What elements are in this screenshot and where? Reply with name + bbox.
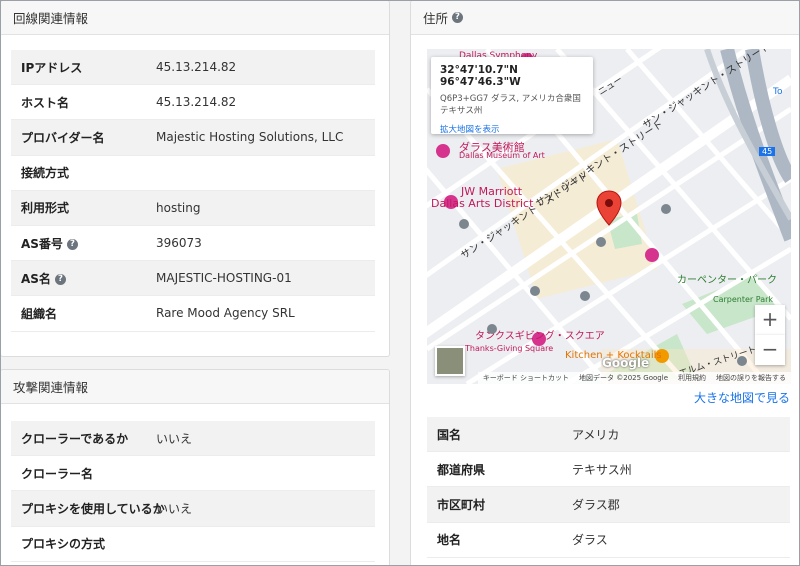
address-title: 住所 [423,11,449,26]
table-row: プロキシを使用しているか いいえ [11,491,375,527]
row-label: 地名 [437,533,462,548]
row-label: 接続方式 [21,166,70,181]
terms-link[interactable]: 利用規約 [678,373,706,383]
help-icon[interactable]: ? [66,238,78,250]
help-icon[interactable]: ? [452,12,464,23]
google-logo: Google [602,356,650,370]
as-name-value: MAJESTIC-HOSTING-01 [156,271,292,286]
as-number-value: 396073 [156,236,202,251]
table-row: プロキシの方式 [11,527,375,562]
row-label: クローラー名 [21,466,94,481]
highway-shield: 45 [759,147,776,156]
row-label: 国名 [437,427,462,442]
table-row: AS名? MAJESTIC-HOSTING-01 [11,261,375,297]
map-embed[interactable]: Dallas Symphony ダラス美術館 Dallas Museum of … [427,49,791,384]
row-label: プロバイダー名 [21,130,105,145]
keyboard-shortcuts-link[interactable]: キーボード ショートカット [483,373,569,383]
view-larger-map-link[interactable]: 拡大地図を表示 [440,123,584,135]
table-row: IPアドレス 45.13.214.82 [11,50,375,86]
prefecture-value: テキサス州 [572,462,632,477]
table-row: 利用形式 hosting [11,190,375,226]
table-row: 市区町村 ダラス郡 [427,487,790,523]
table-row: AS番号? 396073 [11,226,375,262]
satellite-toggle-thumbnail[interactable] [435,346,465,376]
attack-info-title: 攻撃関連情報 [13,380,89,395]
zoom-in-button[interactable]: + [755,305,785,335]
table-row: クローラー名 [11,456,375,492]
table-row: ホスト名 45.13.214.82 [11,85,375,121]
ip-address-value: 45.13.214.82 [156,60,237,75]
country-value: アメリカ [572,427,620,442]
table-row: 国名 アメリカ [427,417,790,453]
help-icon[interactable]: ? [54,273,66,285]
table-row: 地名 ダラス [427,523,790,558]
address-header: 住所 ? [411,1,800,35]
table-row: 組織名 Rare Mood Agency SRL [11,296,375,332]
popup-address: Q6P3+GG7 ダラス, アメリカ合衆国 テキサス州 [440,94,581,116]
address-info-table: 国名 アメリカ 都道府県 テキサス州 市区町村 ダラス郡 地名 ダラス [427,417,790,558]
line-info-title: 回線関連情報 [13,11,89,26]
row-label: プロキシの方式 [21,537,106,552]
map-label: To [773,87,783,97]
map-data-credit: 地図データ ©2025 Google [579,374,668,382]
table-row: 都道府県 テキサス州 [427,452,790,488]
row-label: 市区町村 [437,497,486,512]
line-info-header: 回線関連情報 [1,1,389,35]
row-label: クローラーであるか [21,431,129,446]
row-label: 利用形式 [21,201,70,216]
popup-coordinates: 32°47'10.7"N 96°47'46.3"W [440,64,521,88]
map-footer: キーボード ショートカット 地図データ ©2025 Google 利用規約 地図… [477,372,791,384]
large-map-link[interactable]: 大きな地図で見る [694,389,790,406]
address-card: 住所 ? Dallas Symphony ダラス美術館 Dallas Museu… [410,0,800,566]
row-label: IPアドレス [21,60,83,75]
place-name-value: ダラス [572,533,608,548]
table-row: 接続方式 [11,156,375,191]
uses-proxy-value: いいえ [156,501,193,516]
row-label: AS名? [11,270,156,287]
row-label: 都道府県 [437,462,486,477]
attack-info-card: 攻撃関連情報 クローラーであるか いいえ クローラー名 プロキシを使用しているか… [0,369,390,566]
map-label: Carpenter Park [713,295,774,304]
is-crawler-value: いいえ [156,431,193,446]
attack-info-header: 攻撃関連情報 [1,370,389,404]
table-row: クローラーであるか いいえ [11,421,375,457]
row-label: ホスト名 [21,95,70,110]
row-label: プロキシを使用しているか [21,501,165,516]
line-info-table: IPアドレス 45.13.214.82 ホスト名 45.13.214.82 プロ… [11,50,375,332]
zoom-out-button[interactable]: − [755,335,785,365]
map-label: Thanks-Giving Square [465,344,554,353]
map-label: カーペンター・パーク [677,275,777,286]
provider-value: Majestic Hosting Solutions, LLC [156,130,344,145]
line-info-card: 回線関連情報 IPアドレス 45.13.214.82 ホスト名 45.13.21… [0,0,390,357]
attack-info-table: クローラーであるか いいえ クローラー名 プロキシを使用しているか いいえ プロ… [11,421,375,562]
map-label: タンクスギビング・スクエア [475,331,605,342]
map-info-popup: 32°47'10.7"N 96°47'46.3"W Q6P3+GG7 ダラス, … [431,57,593,135]
city-value: ダラス郡 [572,497,620,512]
map-label: Dallas Museum of Art [459,151,545,160]
row-label: AS番号? [11,235,156,252]
table-row: プロバイダー名 Majestic Hosting Solutions, LLC [11,120,375,156]
hostname-value: 45.13.214.82 [156,95,237,110]
organization-value: Rare Mood Agency SRL [156,306,295,321]
usage-type-value: hosting [156,200,201,215]
row-label: 組織名 [21,306,58,321]
report-error-link[interactable]: 地図の誤りを報告する [716,373,786,383]
